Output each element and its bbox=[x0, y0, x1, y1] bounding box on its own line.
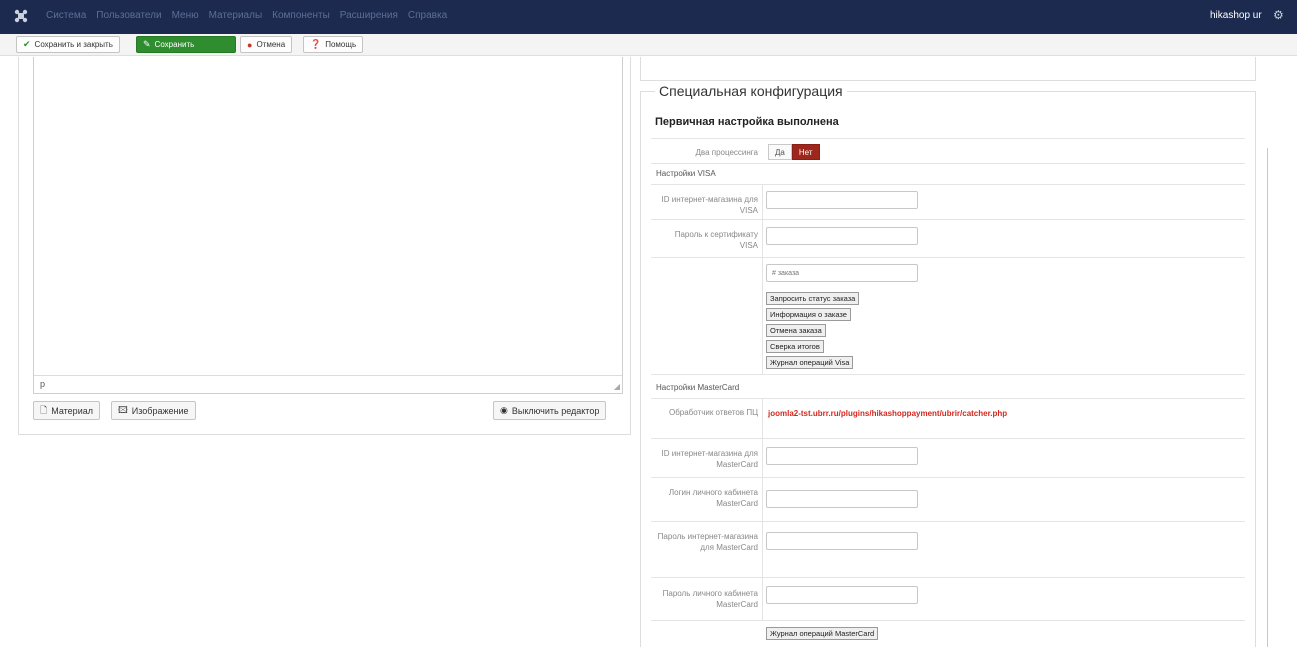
cancel-icon: ● bbox=[247, 39, 253, 50]
mastercard-log-button[interactable]: Журнал операций MasterCard bbox=[766, 627, 879, 640]
divider bbox=[651, 521, 1245, 522]
insert-article-label: Материал bbox=[51, 405, 93, 416]
visa-settings-heading: Настройки VISA bbox=[656, 169, 716, 178]
divider bbox=[651, 374, 1245, 375]
reconciliation-button[interactable]: Сверка итогов bbox=[766, 340, 824, 353]
divider bbox=[651, 438, 1245, 439]
setup-status-title: Первичная настройка выполнена bbox=[655, 116, 839, 128]
divider bbox=[651, 577, 1245, 578]
mc-shop-id-input[interactable] bbox=[766, 447, 918, 465]
joomla-logo-icon[interactable] bbox=[14, 9, 28, 23]
user-menu[interactable]: hikashop ur bbox=[1210, 10, 1262, 21]
request-order-status-button[interactable]: Запросить статус заказа bbox=[766, 292, 860, 305]
gear-icon[interactable]: ⚙ bbox=[1273, 8, 1284, 22]
editor-path-bar: p ◢ bbox=[34, 375, 622, 393]
save-label: Сохранить bbox=[154, 40, 195, 49]
toolbar: ✔ Сохранить и закрыть ✎ Сохранить ● Отме… bbox=[0, 34, 1297, 56]
upper-section-box bbox=[640, 57, 1256, 81]
save-close-button[interactable]: ✔ Сохранить и закрыть bbox=[16, 36, 120, 53]
check-icon: ✔ bbox=[23, 39, 31, 49]
mc-login-label: Логин личного кабинета MasterCard bbox=[668, 488, 758, 508]
editor-panel: p ◢ 🗋 Материал 🖾 Изображение ◉ Выключить… bbox=[18, 57, 631, 435]
cancel-label: Отмена bbox=[256, 40, 286, 49]
resize-grip-icon[interactable]: ◢ bbox=[614, 382, 620, 391]
processing-label: Два процессинга bbox=[695, 148, 759, 157]
toggle-editor-label: Выключить редактор bbox=[511, 405, 600, 416]
help-label: Помощь bbox=[325, 40, 357, 49]
question-icon: ❓ bbox=[310, 39, 322, 49]
visa-log-button[interactable]: Журнал операций Visa bbox=[766, 356, 854, 369]
menu-item-users[interactable]: Пользователи bbox=[96, 10, 161, 21]
divider bbox=[651, 163, 1245, 164]
mc-cabinet-password-label: Пароль личного кабинета MasterCard bbox=[662, 589, 758, 609]
divider bbox=[651, 257, 1245, 258]
scroll-rail[interactable] bbox=[1267, 148, 1268, 647]
visa-shop-id-label: ID интернет-магазина для VISA bbox=[661, 195, 758, 215]
eye-icon: ◉ bbox=[500, 405, 508, 415]
mc-shop-password-input[interactable] bbox=[766, 532, 918, 550]
cancel-order-button[interactable]: Отмена заказа bbox=[766, 324, 826, 337]
processing-toggle: Да Нет bbox=[768, 144, 820, 160]
label-column-separator bbox=[762, 398, 763, 620]
help-button[interactable]: ❓ Помощь bbox=[303, 36, 364, 53]
editor-path-text: p bbox=[40, 379, 46, 389]
mc-shop-password-label: Пароль интернет-магазина для MasterCard bbox=[657, 532, 758, 552]
menu-item-help[interactable]: Справка bbox=[408, 10, 447, 21]
order-number-input[interactable] bbox=[766, 264, 918, 282]
menu-item-content[interactable]: Материалы bbox=[209, 10, 263, 21]
image-icon: 🖾 bbox=[118, 404, 128, 415]
insert-image-label: Изображение bbox=[131, 405, 189, 416]
visa-shop-id-input[interactable] bbox=[766, 191, 918, 209]
mc-login-input[interactable] bbox=[766, 490, 918, 508]
mc-shop-id-label: ID интернет-магазина для MasterCard bbox=[661, 449, 758, 469]
handler-url: joomla2-tst.ubrr.ru/plugins/hikashoppaym… bbox=[768, 409, 1008, 418]
special-config-fieldset bbox=[640, 91, 1256, 647]
divider bbox=[651, 138, 1245, 139]
visa-cert-password-input[interactable] bbox=[766, 227, 918, 245]
main-menu: Система Пользователи Меню Материалы Комп… bbox=[46, 10, 447, 21]
divider bbox=[651, 477, 1245, 478]
top-navbar: Система Пользователи Меню Материалы Комп… bbox=[0, 0, 1297, 34]
menu-item-system[interactable]: Система bbox=[46, 10, 86, 21]
visa-cert-password-label: Пароль к сертификату VISA bbox=[674, 230, 758, 250]
divider bbox=[651, 184, 1245, 185]
divider bbox=[651, 398, 1245, 399]
toggle-editor-button[interactable]: ◉ Выключить редактор bbox=[493, 401, 607, 420]
menu-item-extensions[interactable]: Расширения bbox=[340, 10, 398, 21]
edit-icon: ✎ bbox=[143, 39, 151, 49]
mastercard-settings-heading: Настройки MasterCard bbox=[656, 383, 740, 392]
processing-no-option[interactable]: Нет bbox=[791, 144, 820, 160]
menu-item-menus[interactable]: Меню bbox=[172, 10, 199, 21]
save-close-label: Сохранить и закрыть bbox=[34, 40, 113, 49]
mc-cabinet-password-input[interactable] bbox=[766, 586, 918, 604]
menu-item-components[interactable]: Компоненты bbox=[272, 10, 330, 21]
fieldset-legend: Специальная конфигурация bbox=[655, 83, 847, 99]
label-column-separator bbox=[762, 184, 763, 374]
divider bbox=[651, 620, 1245, 621]
divider bbox=[651, 219, 1245, 220]
insert-article-button[interactable]: 🗋 Материал bbox=[33, 401, 100, 420]
handler-label: Обработчик ответов ПЦ bbox=[668, 408, 758, 417]
cancel-button[interactable]: ● Отмена bbox=[240, 36, 293, 53]
editor-content-area[interactable]: p ◢ bbox=[33, 57, 623, 394]
order-info-button[interactable]: Информация о заказе bbox=[766, 308, 851, 321]
processing-yes-option[interactable]: Да bbox=[768, 144, 792, 160]
save-button[interactable]: ✎ Сохранить bbox=[136, 36, 236, 53]
insert-image-button[interactable]: 🖾 Изображение bbox=[111, 401, 196, 420]
file-icon: 🗋 bbox=[40, 404, 48, 415]
